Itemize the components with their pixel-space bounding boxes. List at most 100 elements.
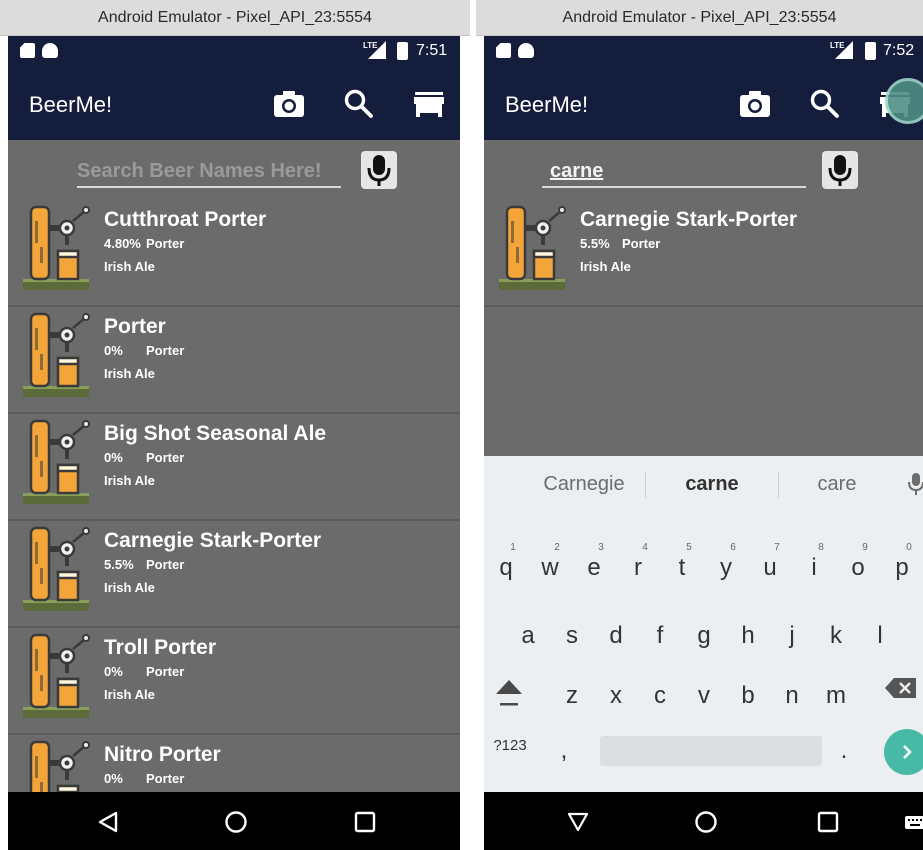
key-q[interactable]: q — [490, 554, 522, 582]
suggestion-right[interactable]: care — [782, 466, 892, 502]
beer-style: Porter — [622, 236, 661, 251]
key-i[interactable]: i — [798, 554, 830, 582]
key-u[interactable]: u — [754, 554, 786, 582]
clock: 7:51 — [416, 42, 448, 59]
period-key[interactable]: . — [828, 737, 860, 765]
key-hint-number: 3 — [598, 542, 604, 553]
beer-list-item[interactable]: Cutthroat Porter 4.80% Porter Irish Ale — [8, 200, 460, 307]
beer-tap-icon — [23, 633, 90, 718]
beer-list-item[interactable]: Porter 0% Porter Irish Ale — [8, 307, 460, 414]
status-bar: LTE 7:51 — [8, 36, 460, 66]
key-v[interactable]: v — [688, 682, 720, 710]
search-icon[interactable] — [342, 88, 376, 120]
sd-card-icon — [496, 43, 511, 58]
emulator-touch-indicator — [885, 78, 923, 124]
search-row — [484, 140, 923, 200]
beer-name: Troll Porter — [104, 636, 217, 659]
beer-tap-icon — [23, 526, 90, 611]
beer-tap-icon — [23, 312, 90, 397]
network-type: LTE — [363, 41, 378, 50]
window-title: Android Emulator - Pixel_API_23:5554 — [476, 0, 923, 36]
beer-style: Porter — [146, 664, 185, 679]
beer-category: Irish Ale — [104, 366, 155, 381]
space-key[interactable] — [600, 736, 822, 766]
key-w[interactable]: w — [534, 554, 566, 582]
comma-key[interactable]: , — [548, 737, 580, 765]
key-c[interactable]: c — [644, 682, 676, 710]
home-icon[interactable] — [694, 810, 718, 834]
key-d[interactable]: d — [600, 622, 632, 650]
key-r[interactable]: r — [622, 554, 654, 582]
key-h[interactable]: h — [732, 622, 764, 650]
beer-name: Nitro Porter — [104, 743, 221, 766]
keyboard-mic-icon[interactable] — [908, 472, 923, 496]
key-e[interactable]: e — [578, 554, 610, 582]
key-o[interactable]: o — [842, 554, 874, 582]
beer-abv: 0% — [104, 771, 123, 786]
search-input[interactable] — [77, 156, 341, 188]
key-g[interactable]: g — [688, 622, 720, 650]
key-t[interactable]: t — [666, 554, 698, 582]
key-hint-number: 2 — [554, 542, 560, 553]
back-down-icon[interactable] — [566, 810, 590, 834]
key-f[interactable]: f — [644, 622, 676, 650]
symbols-key[interactable]: ?123 — [490, 737, 530, 754]
key-m[interactable]: m — [820, 682, 852, 710]
camera-icon[interactable] — [272, 88, 306, 120]
beer-list-item[interactable]: Carnegie Stark-Porter 5.5% Porter Irish Ale — [484, 200, 923, 307]
key-y[interactable]: y — [710, 554, 742, 582]
beer-category: Irish Ale — [104, 259, 155, 274]
beer-abv: 5.5% — [580, 236, 610, 251]
beer-tap-icon — [23, 205, 90, 290]
key-k[interactable]: k — [820, 622, 852, 650]
recents-icon[interactable] — [353, 810, 377, 834]
key-b[interactable]: b — [732, 682, 764, 710]
search-icon[interactable] — [808, 88, 842, 120]
beer-category: Irish Ale — [580, 259, 631, 274]
shift-icon[interactable] — [494, 676, 524, 708]
nav-bar — [484, 792, 923, 850]
beer-abv: 0% — [104, 343, 123, 358]
store-icon[interactable] — [412, 88, 446, 120]
suggestion-divider — [645, 472, 646, 498]
key-a[interactable]: a — [512, 622, 544, 650]
beer-abv: 0% — [104, 450, 123, 465]
key-j[interactable]: j — [776, 622, 808, 650]
key-p[interactable]: p — [886, 554, 918, 582]
beer-style: Porter — [146, 236, 185, 251]
suggestion-center[interactable]: carne — [652, 466, 772, 502]
key-l[interactable]: l — [864, 622, 896, 650]
suggestion-left[interactable]: Carnegie — [524, 466, 644, 502]
key-z[interactable]: z — [556, 682, 588, 710]
home-icon[interactable] — [224, 810, 248, 834]
key-s[interactable]: s — [556, 622, 588, 650]
app-title: BeerMe! — [29, 92, 113, 117]
beer-list-item[interactable]: Troll Porter 0% Porter Irish Ale — [8, 628, 460, 735]
enter-key[interactable] — [884, 729, 923, 775]
mic-icon[interactable] — [822, 151, 858, 189]
camera-icon[interactable] — [738, 88, 772, 120]
suggestion-divider — [778, 472, 779, 498]
beer-tap-icon — [499, 205, 566, 290]
beer-category: Irish Ale — [104, 687, 155, 702]
search-input[interactable] — [542, 156, 806, 188]
beer-name: Carnegie Stark-Porter — [580, 208, 798, 231]
emulator-window-left: Android Emulator - Pixel_API_23:5554 LTE… — [0, 0, 470, 850]
beer-abv: 5.5% — [104, 557, 134, 572]
key-x[interactable]: x — [600, 682, 632, 710]
backspace-icon[interactable] — [884, 676, 918, 700]
beer-abv: 0% — [104, 664, 123, 679]
mic-icon[interactable] — [361, 151, 397, 189]
recents-icon[interactable] — [816, 810, 840, 834]
key-hint-number: 7 — [774, 542, 780, 553]
beer-list: Carnegie Stark-Porter 5.5% Porter Irish Ale — [484, 200, 923, 307]
beer-list-item[interactable]: Big Shot Seasonal Ale 0% Porter Irish Ale — [8, 414, 460, 521]
sd-card-icon — [20, 43, 35, 58]
device-screen: LTE 7:52 BeerMe! carne Carnegie Stark-Po… — [484, 36, 923, 850]
android-icon — [42, 43, 58, 58]
keyboard-switch-icon[interactable] — [904, 810, 923, 834]
back-icon[interactable] — [96, 810, 120, 834]
key-n[interactable]: n — [776, 682, 808, 710]
battery-icon — [397, 42, 408, 60]
beer-list-item[interactable]: Carnegie Stark-Porter 5.5% Porter Irish Ale — [8, 521, 460, 628]
